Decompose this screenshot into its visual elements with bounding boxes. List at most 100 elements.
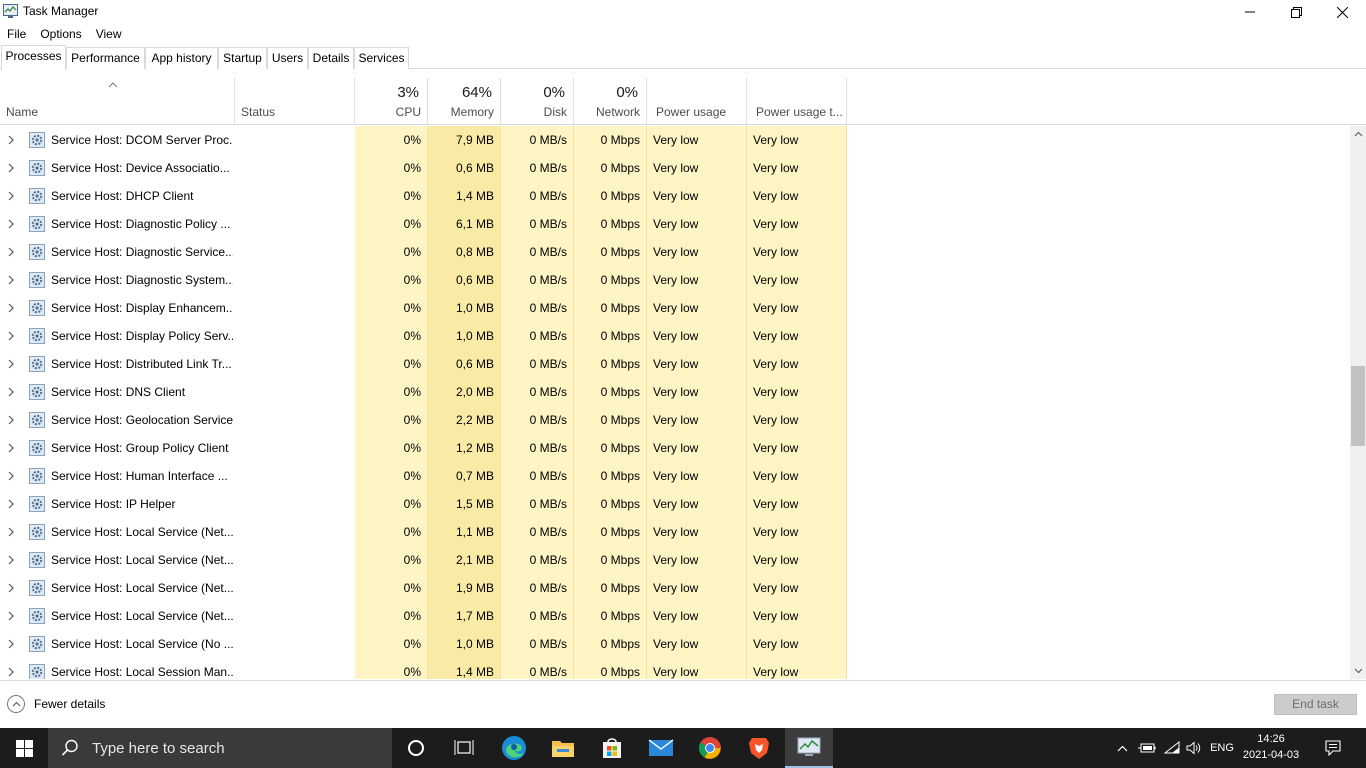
tab-app-history[interactable]: App history <box>145 47 218 69</box>
task-view-button[interactable] <box>440 728 488 768</box>
tab-startup[interactable]: Startup <box>218 47 267 69</box>
action-center-button[interactable] <box>1320 728 1346 768</box>
expand-chevron-icon[interactable] <box>8 135 14 145</box>
table-row[interactable]: Service Host: Group Policy Client 0% 1,2 M… <box>0 429 1350 457</box>
expand-chevron-icon[interactable] <box>8 331 14 341</box>
expand-chevron-icon[interactable] <box>8 611 14 621</box>
column-header-row: Name Status 3% CPU 64% Memory 0% Disk 0%… <box>0 78 1366 125</box>
expand-chevron-icon[interactable] <box>8 555 14 565</box>
vertical-scrollbar[interactable] <box>1350 126 1366 679</box>
process-name: Service Host: Local Service (Net... <box>51 525 233 539</box>
minimize-button[interactable] <box>1227 0 1273 24</box>
table-row[interactable]: Service Host: Human Interface ... 0% 0,7 M… <box>0 457 1350 485</box>
column-power-usage-trend[interactable]: Power usage t... <box>747 78 847 124</box>
mail-button[interactable] <box>637 728 685 768</box>
expand-chevron-icon[interactable] <box>8 163 14 173</box>
battery-button[interactable] <box>1136 728 1158 768</box>
chrome-button[interactable] <box>686 728 734 768</box>
expand-chevron-icon[interactable] <box>8 247 14 257</box>
network-button[interactable] <box>1161 728 1183 768</box>
expand-chevron-icon[interactable] <box>8 275 14 285</box>
table-row[interactable]: Service Host: Device Associatio... 0% 0,6 … <box>0 149 1350 177</box>
service-gear-icon <box>29 664 45 679</box>
tab-details[interactable]: Details <box>308 47 354 69</box>
expand-chevron-icon[interactable] <box>8 583 14 593</box>
scroll-down-button[interactable] <box>1350 663 1366 679</box>
fewer-details-button[interactable]: Fewer details <box>7 695 105 713</box>
table-row[interactable]: Service Host: Diagnostic Service... 0% 0,8… <box>0 233 1350 261</box>
menu-options[interactable]: Options <box>33 24 88 44</box>
table-row[interactable]: Service Host: DCOM Server Proc... 0% 7,9 M… <box>0 126 1350 149</box>
edge-button[interactable] <box>490 728 538 768</box>
column-network[interactable]: 0% Network <box>574 78 647 124</box>
tab-performance[interactable]: Performance <box>66 47 145 69</box>
file-explorer-button[interactable] <box>539 728 587 768</box>
tab-services[interactable]: Services <box>354 47 409 69</box>
end-task-button[interactable]: End task <box>1274 694 1357 715</box>
process-network: 0 Mbps <box>600 637 640 651</box>
expand-chevron-icon[interactable] <box>8 387 14 397</box>
table-row[interactable]: Service Host: Local Service (Net... 0% 2,1… <box>0 541 1350 569</box>
expand-chevron-icon[interactable] <box>8 471 14 481</box>
process-name: Service Host: IP Helper <box>51 497 176 511</box>
table-row[interactable]: Service Host: DHCP Client 0% 1,4 MB 0 MB/s 0… <box>0 177 1350 205</box>
table-row[interactable]: Service Host: Geolocation Service 0% 2,2 M… <box>0 401 1350 429</box>
process-cpu: 0% <box>403 665 421 679</box>
expand-chevron-icon[interactable] <box>8 443 14 453</box>
language-indicator[interactable]: ENG <box>1207 728 1237 768</box>
process-memory: 1,4 MB <box>455 665 494 679</box>
table-row[interactable]: Service Host: Display Policy Serv... 0% 1,… <box>0 317 1350 345</box>
store-button[interactable] <box>588 728 636 768</box>
column-status[interactable]: Status <box>235 78 355 124</box>
table-row[interactable]: Service Host: DNS Client 0% 2,0 MB 0 MB/s 0 … <box>0 373 1350 401</box>
table-row[interactable]: Service Host: Local Service (Net... 0% 1,1… <box>0 513 1350 541</box>
expand-chevron-icon[interactable] <box>8 639 14 649</box>
close-button[interactable] <box>1319 0 1365 24</box>
task-manager-taskbar-button[interactable] <box>785 728 833 768</box>
process-power-usage: Very low <box>653 161 699 175</box>
scroll-up-button[interactable] <box>1350 126 1366 142</box>
taskbar-search-box[interactable]: Type here to search <box>48 728 392 768</box>
process-name: Service Host: Local Service (Net... <box>51 609 233 623</box>
table-row[interactable]: Service Host: Local Session Man... 0% 1,4 … <box>0 653 1350 679</box>
column-memory[interactable]: 64% Memory <box>428 78 501 124</box>
tab-users[interactable]: Users <box>267 47 308 69</box>
table-row[interactable]: Service Host: Diagnostic System... 0% 0,6 … <box>0 261 1350 289</box>
column-status-label: Status <box>241 105 276 119</box>
volume-button[interactable] <box>1184 728 1204 768</box>
menu-file[interactable]: File <box>0 24 33 44</box>
service-gear-icon <box>29 216 45 232</box>
table-row[interactable]: Service Host: Display Enhancem... 0% 1,0 M… <box>0 289 1350 317</box>
restore-button[interactable] <box>1273 0 1319 24</box>
table-row[interactable]: Service Host: Local Service (No ... 0% 1,0… <box>0 625 1350 653</box>
process-power-usage: Very low <box>653 329 699 343</box>
expand-chevron-icon[interactable] <box>8 499 14 509</box>
expand-chevron-icon[interactable] <box>8 191 14 201</box>
column-power-usage[interactable]: Power usage <box>647 78 747 124</box>
table-row[interactable]: Service Host: Local Service (Net... 0% 1,9… <box>0 569 1350 597</box>
table-row[interactable]: Service Host: Diagnostic Policy ... 0% 6,1… <box>0 205 1350 233</box>
tab-processes[interactable]: Processes <box>1 45 66 70</box>
table-row[interactable]: Service Host: IP Helper 0% 1,5 MB 0 MB/s 0 M… <box>0 485 1350 513</box>
expand-chevron-icon[interactable] <box>8 527 14 537</box>
column-cpu[interactable]: 3% CPU <box>355 78 428 124</box>
expand-chevron-icon[interactable] <box>8 667 14 677</box>
expand-chevron-icon[interactable] <box>8 219 14 229</box>
cortana-button[interactable] <box>392 728 440 768</box>
table-row[interactable]: Service Host: Local Service (Net... 0% 1,7… <box>0 597 1350 625</box>
expand-chevron-icon[interactable] <box>8 415 14 425</box>
process-power-trend: Very low <box>753 553 799 567</box>
show-hidden-icons-button[interactable] <box>1113 728 1131 768</box>
scroll-thumb[interactable] <box>1351 366 1365 446</box>
clock[interactable]: 14:26 2021-04-03 <box>1238 731 1304 763</box>
column-name[interactable]: Name <box>0 78 235 124</box>
menu-view[interactable]: View <box>89 24 129 44</box>
start-button[interactable] <box>0 728 48 768</box>
brave-button[interactable] <box>735 728 783 768</box>
table-row[interactable]: Service Host: Distributed Link Tr... 0% 0,… <box>0 345 1350 373</box>
expand-chevron-icon[interactable] <box>8 303 14 313</box>
process-power-usage: Very low <box>653 301 699 315</box>
column-disk[interactable]: 0% Disk <box>501 78 574 124</box>
process-network: 0 Mbps <box>600 217 640 231</box>
expand-chevron-icon[interactable] <box>8 359 14 369</box>
